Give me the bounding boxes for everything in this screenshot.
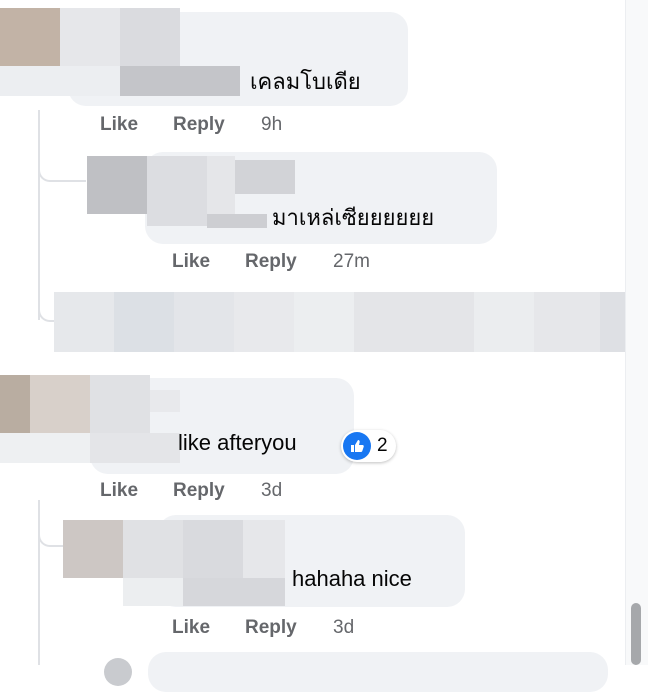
reply-button[interactable]: Reply [245, 617, 297, 639]
reply-button[interactable]: Reply [173, 114, 225, 136]
reaction-summary[interactable]: 2 [341, 430, 396, 462]
blurred-avatar [63, 520, 123, 578]
blurred-segment [294, 292, 354, 352]
blurred-avatar [0, 8, 60, 66]
blurred-name [123, 578, 183, 606]
comment-timestamp[interactable]: 9h [261, 114, 282, 136]
like-button[interactable]: Like [100, 480, 138, 502]
next-comment-bubble [148, 652, 608, 692]
comment-text: like afteryou [178, 430, 297, 455]
blurred-name [183, 578, 285, 606]
blurred-avatar [87, 156, 147, 214]
scrollbar-thumb[interactable] [631, 603, 641, 665]
reply-button[interactable]: Reply [245, 251, 297, 273]
like-button[interactable]: Like [172, 251, 210, 273]
comment-timestamp[interactable]: 3d [333, 617, 354, 639]
blurred-segment [354, 292, 474, 352]
reply-button[interactable]: Reply [173, 480, 225, 502]
blurred-segment [474, 292, 534, 352]
blurred-name [90, 433, 180, 463]
blurred-segment [114, 292, 174, 352]
thumbs-up-icon [343, 432, 371, 460]
comment-timestamp[interactable]: 3d [261, 480, 282, 502]
blurred-avatar [0, 375, 30, 433]
comment-text: เคลมโบเดีย [250, 69, 361, 94]
reaction-count: 2 [377, 435, 388, 456]
thread-connector [38, 150, 86, 182]
blurred-segment [54, 292, 114, 352]
blurred-name [0, 66, 120, 96]
blurred-name [243, 520, 285, 578]
blurred-name [123, 520, 183, 578]
like-button[interactable]: Like [172, 617, 210, 639]
comment-timestamp[interactable]: 27m [333, 251, 370, 273]
blurred-segment [234, 292, 294, 352]
blurred-name [147, 156, 207, 226]
thread-connector [38, 510, 66, 547]
comment-text: มาเหล่เซียยยยยย [272, 205, 435, 230]
blurred-name [207, 214, 267, 228]
blurred-name [183, 520, 243, 578]
like-button[interactable]: Like [100, 114, 138, 136]
blurred-name [235, 160, 295, 194]
scrollbar-track[interactable] [625, 0, 648, 665]
blurred-name [0, 433, 90, 463]
blurred-segment [600, 292, 625, 352]
blurred-segment [174, 292, 234, 352]
blurred-name [60, 8, 120, 66]
blurred-segment [534, 292, 600, 352]
avatar [104, 658, 132, 686]
blurred-name [150, 390, 180, 412]
blurred-name [90, 375, 150, 433]
blurred-avatar [30, 375, 90, 433]
comment-text: hahaha nice [292, 566, 412, 591]
blurred-name [120, 8, 180, 66]
blurred-name [120, 66, 240, 96]
